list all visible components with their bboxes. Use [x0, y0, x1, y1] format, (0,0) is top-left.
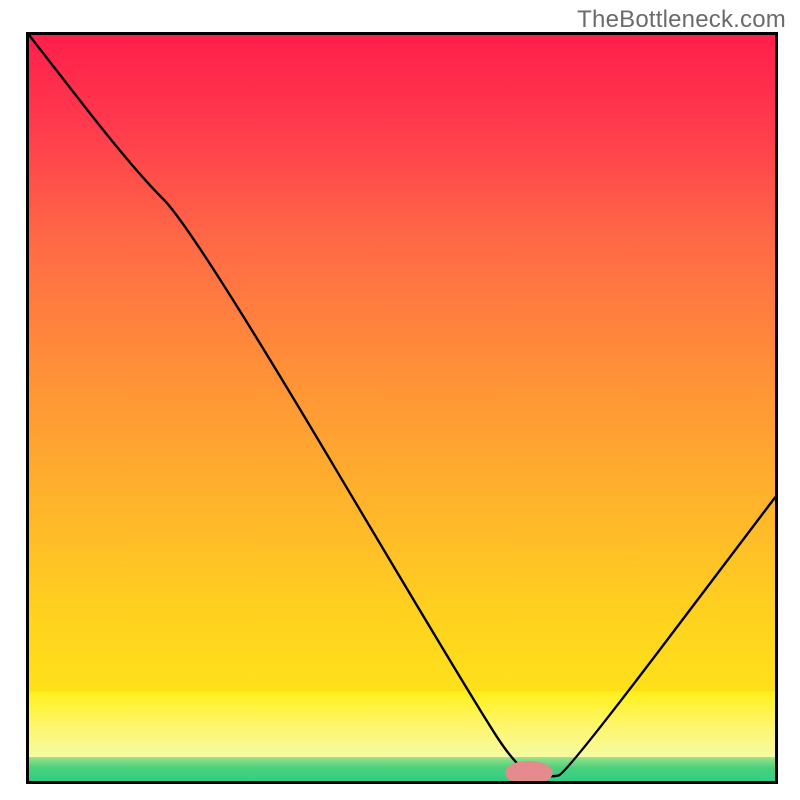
- optimal-marker: [505, 761, 553, 784]
- chart-background: [29, 35, 775, 781]
- chart-svg: [26, 32, 778, 784]
- yellow-band: [29, 691, 775, 757]
- green-band: [29, 757, 775, 781]
- chart-area: [26, 32, 778, 784]
- watermark-text: TheBottleneck.com: [577, 6, 786, 34]
